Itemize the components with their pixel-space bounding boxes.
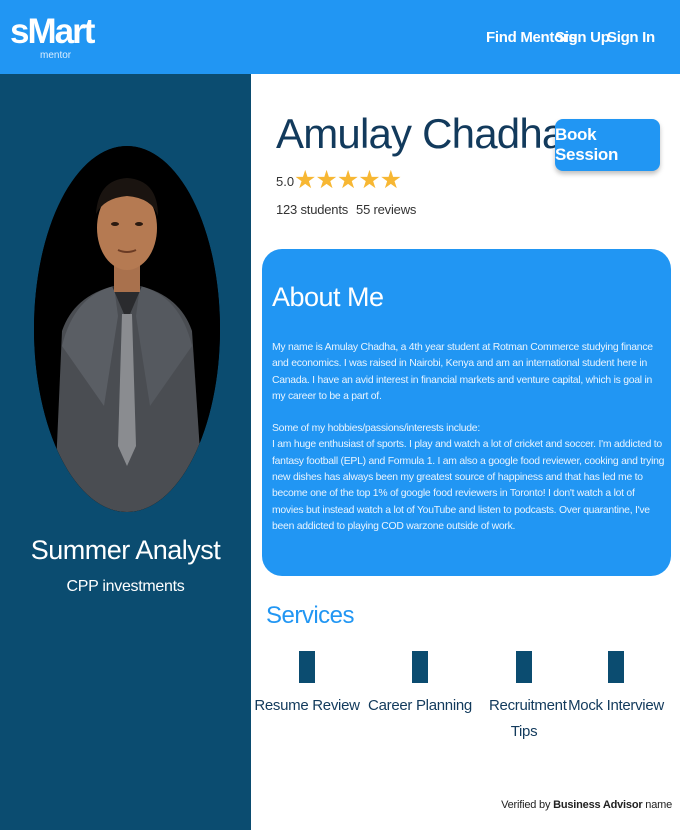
top-navbar: sMart mentor Find Mentors Sign Up Sign I… [0, 0, 680, 74]
service-label: Mock Interview [568, 697, 664, 714]
service-label: Recruitment Tips [489, 697, 567, 740]
services-title: Services [266, 602, 355, 629]
nav-sign-in[interactable]: Sign In [607, 29, 655, 46]
about-paragraph: Some of my hobbies/passions/interests in… [272, 423, 480, 435]
rating-value: 5.0 [276, 174, 295, 189]
verified-advisor: Business Advisor [553, 799, 643, 811]
service-icon [608, 651, 624, 683]
about-card: About Me My name is Amulay Chadha, a 4th… [262, 249, 671, 576]
brand-logo[interactable]: sMart mentor [10, 12, 95, 62]
about-title: About Me [272, 282, 384, 312]
role-company: CPP investments [66, 578, 185, 595]
profile-photo [34, 146, 220, 512]
logo-subtitle: mentor [40, 50, 72, 61]
book-session-button[interactable]: Book Session [555, 119, 660, 171]
verified-suffix: name [645, 799, 672, 811]
about-body: My name is Amulay Chadha, a 4th year stu… [272, 340, 665, 535]
nav-sign-up[interactable]: Sign Up [555, 29, 610, 46]
role-title: Summer Analyst [30, 535, 221, 565]
profile-stats: 123 students 55 reviews [276, 202, 424, 217]
service-career-planning[interactable]: Career Planning [365, 651, 475, 719]
service-resume-review[interactable]: Resume Review [252, 651, 362, 719]
students-count: 123 students [276, 202, 349, 217]
service-icon [516, 651, 532, 683]
reviews-count[interactable]: 55 reviews [356, 202, 416, 217]
service-icon [412, 651, 428, 683]
service-label: Career Planning [368, 697, 472, 714]
about-paragraph: My name is Amulay Chadha, a 4th year stu… [272, 342, 653, 402]
logo-wordmark: sMart [10, 12, 95, 51]
person-photo-illustration [34, 146, 220, 512]
service-label: Resume Review [254, 697, 360, 714]
star-rating-icon: ★★★★★ [294, 166, 402, 194]
mentor-name: Amulay Chadha [276, 110, 565, 157]
verified-prefix: Verified by [501, 799, 551, 811]
about-paragraph: I am huge enthusiast of sports. I play a… [272, 439, 665, 532]
service-recruitment-tips[interactable]: Recruitment Tips [478, 651, 570, 745]
service-icon [299, 651, 315, 683]
verified-footer: Verified by Business Advisor name [501, 799, 672, 811]
service-mock-interview[interactable]: Mock Interview [561, 651, 671, 719]
